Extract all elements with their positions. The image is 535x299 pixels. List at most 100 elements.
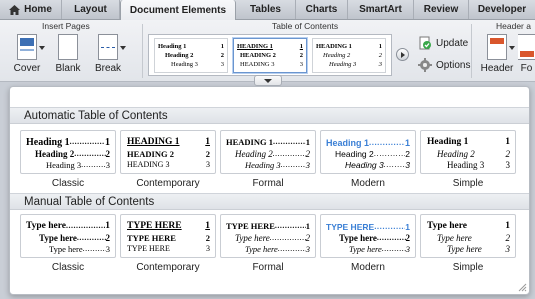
tab-home[interactable]: Home [0,0,62,19]
thumb-num-1: 1 [220,43,224,50]
preview-line-2: Type here [235,233,270,243]
manual-toc-contemporary[interactable]: TYPE HERE 1 TYPE HERE 2 TYPE HERE 3 Contemp… [120,214,216,273]
auto-toc-simple[interactable]: Heading 1 1 Heading 2 2 Heading 3 3 Simple [420,130,516,189]
tab-layout[interactable]: Layout [62,0,120,19]
gallery-collapse-handle[interactable] [254,75,282,86]
toc-thumb-formal[interactable]: HEADING 1 1 Heading 2 2 Heading 3 3 [312,38,386,73]
automatic-toc-heading: Automatic Table of Contents [10,107,529,124]
preview-num-2: 2 [505,233,511,243]
style-name: Modern [351,262,385,273]
thumb-line-3: Heading 3 [329,61,357,68]
manual-toc-formal[interactable]: TYPE HERE..............................1… [220,214,316,273]
manual-toc-modern[interactable]: TYPE HERE..............................1… [320,214,416,273]
toc-thumb-contemporary[interactable]: HEADING 1 1 HEADING 2 2 HEADING 3 3 [233,38,307,73]
thumb-num-3: 3 [220,61,224,68]
preview-num-2: 2 [305,233,311,243]
preview-num-3: 3 [305,244,310,254]
preview-num-3: 3 [505,244,511,254]
chevron-down-icon [120,46,126,50]
preview-line-1: TYPE HERE [226,221,275,231]
preview-num-2: 2 [105,233,111,243]
preview-num-1: 1 [105,221,110,231]
thumb-num-2: 2 [220,52,224,59]
cover-button-label: Cover [13,63,41,74]
thumb-num-3: 3 [378,61,382,68]
preview-num-2: 2 [305,149,311,159]
thumb-line-1: HEADING 1 [237,43,273,50]
preview-line-2: Heading 2 [437,149,475,159]
preview-line-2: Type here [39,233,77,243]
preview-num-1: 1 [505,137,510,147]
update-icon [419,36,431,50]
style-name: Formal [252,178,284,189]
blank-page-button[interactable]: Blank [49,34,87,80]
preview-line-2: TYPE HERE [127,233,176,243]
toc-preview: Heading 1 1 Heading 2 2 Heading 3 3 [420,130,516,174]
preview-num-1: 1 [505,221,510,231]
thumb-line-1: HEADING 1 [316,43,352,50]
preview-line-3: Heading 3 [245,160,281,170]
tab-smartart[interactable]: SmartArt [348,0,414,19]
preview-line-3: HEADING 3 [127,160,170,169]
tab-charts[interactable]: Charts [296,0,348,19]
update-toc-button[interactable]: Update [418,36,468,50]
preview-num-3: 3 [405,244,410,254]
preview-line-1: Type here [427,221,468,231]
thumb-line-2: Heading 2 [165,52,194,59]
tab-review[interactable]: Review [414,0,469,19]
thumb-num-1: 1 [299,43,303,50]
auto-toc-contemporary[interactable]: HEADING 1 1 HEADING 2 2 HEADING 3 3 Contemp… [120,130,216,189]
preview-line-2: Type here [437,233,472,243]
auto-toc-formal[interactable]: HEADING 1..............................1… [220,130,316,189]
manual-toc-classic[interactable]: Type here..............................1… [20,214,116,273]
preview-num-2: 2 [105,149,111,159]
footer-button[interactable]: Fo [518,34,535,80]
preview-num-2: 2 [405,149,410,159]
ribbon-panel: Insert Pages Table of Contents Header a … [0,20,535,82]
preview-line-2: Heading 2 [335,149,374,159]
preview-num-3: 3 [305,160,310,170]
page-break-icon [98,34,118,60]
preview-line-3: TYPE HERE [127,244,170,253]
tab-developer[interactable]: Developer [469,0,535,19]
preview-line-3: Type here [447,244,482,254]
resize-grip-icon[interactable] [518,283,527,292]
insert-pages-group-label: Insert Pages [42,21,90,31]
tab-document-elements[interactable]: Document Elements [120,0,236,20]
toc-preview: TYPE HERE 1 TYPE HERE 2 TYPE HERE 3 [120,214,216,258]
toc-thumb-classic[interactable]: Heading 1 1 Heading 2 2 Heading 3 3 [154,38,228,73]
preview-num-3: 3 [206,244,210,253]
auto-toc-modern[interactable]: Heading 1..............................1… [320,130,416,189]
options-label: Options [436,59,471,71]
toc-group-label: Table of Contents [272,21,339,31]
preview-line-2: Heading 2 [35,149,75,159]
manual-toc-heading: Manual Table of Contents [10,193,529,210]
thumb-line-2: HEADING 2 [240,52,276,59]
preview-num-3: 3 [505,160,511,170]
break-button[interactable]: Break [89,34,127,80]
preview-line-1: HEADING 1 [127,137,180,147]
auto-toc-classic[interactable]: Heading 1..............................1… [20,130,116,189]
cover-button[interactable]: Cover [8,34,46,80]
manual-toc-simple[interactable]: Type here 1 Type here 2 Type here 3 Simple [420,214,516,273]
cover-page-icon [17,34,37,60]
preview-num-2: 2 [205,233,210,243]
preview-line-3: Type here [245,244,278,254]
break-button-label: Break [94,63,122,74]
preview-line-1: Heading 1 [326,138,370,148]
preview-num-1: 1 [205,137,210,147]
toc-gallery-dropdown: Automatic Table of Contents Heading 1...… [9,86,530,295]
preview-line-1: Heading 1 [427,137,469,147]
preview-num-2: 2 [205,149,210,159]
update-label: Update [436,37,469,49]
preview-line-1: HEADING 1 [226,137,273,147]
gallery-next-button[interactable] [396,48,409,61]
group-divider [142,24,143,78]
header-button[interactable]: Header [478,34,516,80]
toc-options-button[interactable]: Options [418,58,470,72]
style-name: Simple [452,262,484,273]
thumb-line-3: Heading 3 [171,61,198,68]
tab-tables[interactable]: Tables [236,0,296,19]
preview-num-1: 1 [405,222,410,232]
preview-num-1: 1 [404,138,410,148]
